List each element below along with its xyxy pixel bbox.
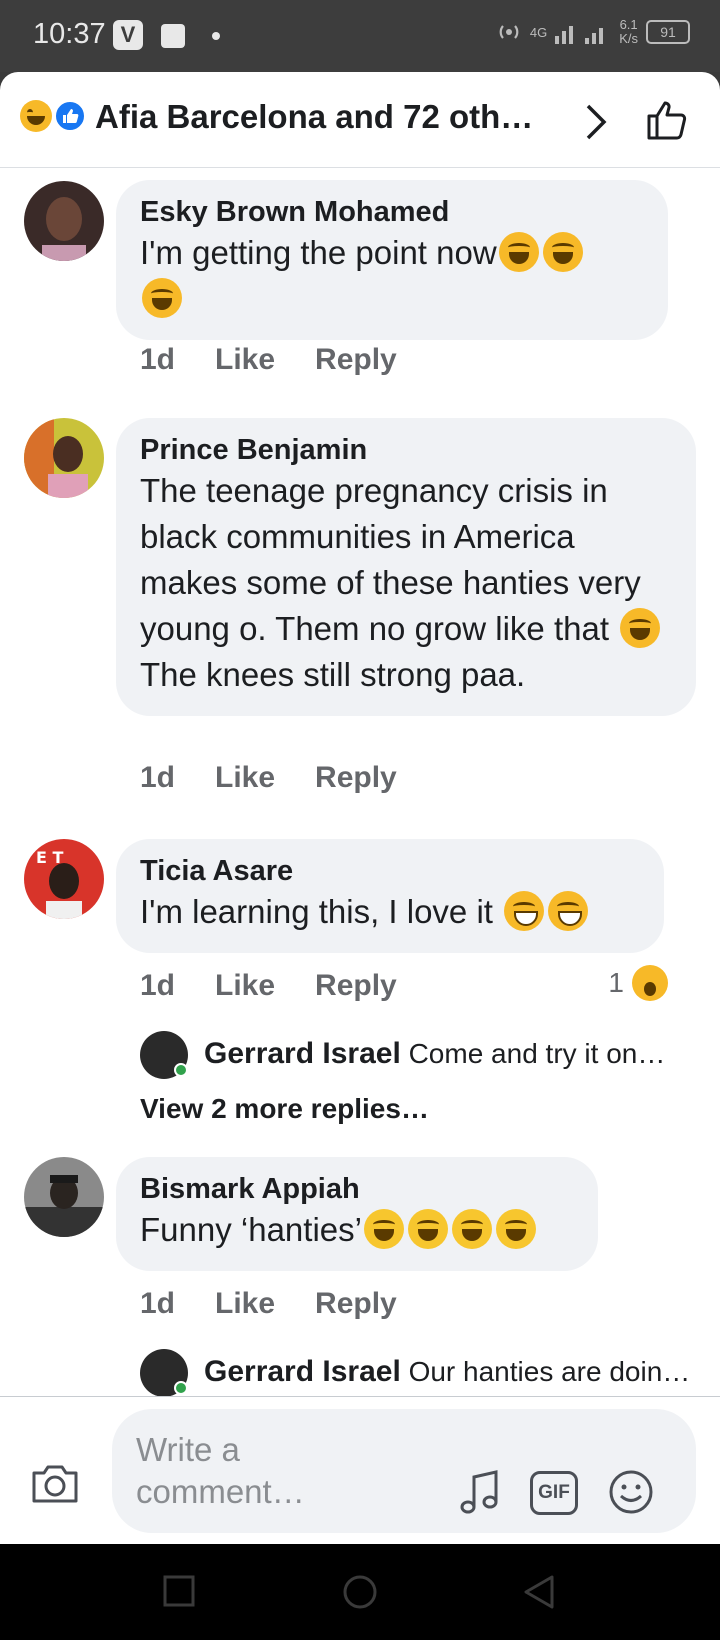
comment-author[interactable]: Esky Brown Mohamed (140, 194, 642, 230)
comment-bubble[interactable]: Ticia Asare I'm learning this, I love it (116, 839, 664, 953)
reply-preview[interactable]: Gerrard Israel Our hanties are doin… (140, 1349, 700, 1399)
comment-time: 1d (140, 761, 176, 794)
sweat-smile-emoji-icon (495, 1209, 536, 1249)
comments-sheet: Afia Barcelona and 72 oth… Esky Brown Mo… (0, 72, 720, 1544)
comment-text-body: I'm learning this, I love it (140, 893, 493, 930)
tears-of-joy-emoji-icon (620, 608, 661, 648)
comment-text-body: The teenage pregnancy crisis in black co… (140, 472, 641, 647)
speed-value: 6.1 (619, 17, 638, 32)
sticker-smiley-icon[interactable] (608, 1469, 654, 1515)
avatar[interactable] (24, 181, 104, 261)
reaction-count-value: 1 (608, 967, 624, 998)
sweat-smile-emoji-icon (451, 1209, 492, 1249)
battery-icon: 91 (646, 20, 690, 44)
app-notification-icon: V (113, 20, 143, 50)
status-bar: 10:37 V 4G 6.1 K/s 91 (0, 0, 720, 72)
like-button[interactable]: Like (215, 969, 275, 1003)
sweat-smile-emoji-icon (407, 1209, 448, 1249)
back-button[interactable] (522, 1574, 556, 1610)
like-button[interactable]: Like (215, 1287, 275, 1321)
gif-button[interactable]: GIF (530, 1471, 578, 1515)
comment-bubble[interactable]: Bismark Appiah Funny ‘hanties’ (116, 1157, 598, 1271)
notification-square-icon (161, 24, 185, 48)
comment-time: 1d (140, 343, 176, 376)
network-speed: 6.1 K/s (619, 18, 638, 46)
comment-text-body: I'm getting the point now (140, 234, 497, 271)
avatar[interactable] (24, 418, 104, 498)
network-type: 4G (529, 24, 548, 40)
online-status-icon (174, 1381, 188, 1395)
sweat-smile-emoji-icon (363, 1209, 404, 1249)
reply-button[interactable]: Reply (315, 761, 397, 795)
comment-meta: 1d Like Reply (140, 969, 437, 1003)
comment-text-tail: The knees still strong paa. (140, 656, 526, 693)
reactions-header[interactable]: Afia Barcelona and 72 oth… (0, 72, 720, 168)
comment-list[interactable]: Esky Brown Mohamed I'm getting the point… (0, 169, 720, 1469)
comment-bubble[interactable]: Prince Benjamin The teenage pregnancy cr… (116, 418, 696, 716)
status-time: 10:37 (33, 18, 106, 50)
laugh-icon (20, 100, 52, 132)
reply-body: Our hanties are doin… (408, 1356, 691, 1387)
reaction-count[interactable]: 1 (608, 965, 668, 1001)
like-post-button[interactable] (645, 98, 689, 142)
notification-dot-icon (212, 32, 220, 40)
hotspot-icon (499, 25, 519, 39)
comment-text: The teenage pregnancy crisis in black co… (140, 468, 670, 698)
comment-bubble[interactable]: Esky Brown Mohamed I'm getting the point… (116, 180, 668, 340)
reply-author[interactable]: Gerrard Israel (204, 1355, 401, 1388)
avatar[interactable]: E T (24, 839, 104, 919)
svg-text:E T: E T (36, 848, 64, 867)
reply-button[interactable]: Reply (315, 1287, 397, 1321)
comment-text-body: Funny ‘hanties’ (140, 1211, 362, 1248)
rolling-laugh-emoji-icon (542, 232, 583, 272)
reply-text: Gerrard Israel Our hanties are doin… (204, 1355, 704, 1389)
rolling-laugh-emoji-icon (498, 232, 539, 272)
reply-text: Gerrard Israel Come and try it on… (204, 1037, 704, 1071)
reactions-title[interactable]: Afia Barcelona and 72 oth… (95, 98, 555, 136)
home-button[interactable] (342, 1574, 378, 1610)
comment-meta: 1d Like Reply (140, 761, 437, 795)
like-button[interactable]: Like (215, 761, 275, 795)
avatar[interactable] (24, 1157, 104, 1237)
comment-meta: 1d Like Reply (140, 343, 437, 377)
speed-unit: K/s (619, 31, 638, 46)
comment-composer: Write a comment… GIF (0, 1396, 720, 1544)
chevron-right-icon[interactable] (582, 102, 610, 142)
view-more-replies-link[interactable]: View 2 more replies… (140, 1093, 429, 1125)
camera-icon[interactable] (30, 1461, 80, 1505)
recent-apps-button[interactable] (162, 1574, 196, 1608)
rolling-laugh-emoji-icon (142, 278, 182, 318)
like-icon (54, 100, 86, 132)
comment-text: I'm learning this, I love it (140, 889, 638, 935)
comment-meta: 1d Like Reply (140, 1287, 437, 1321)
online-status-icon (174, 1063, 188, 1077)
music-icon[interactable] (458, 1469, 502, 1517)
status-indicators: 4G 6.1 K/s 91 (496, 18, 690, 46)
comment-text: Funny ‘hanties’ (140, 1207, 572, 1253)
signal-icon (555, 26, 604, 44)
reply-preview[interactable]: Gerrard Israel Come and try it on… (140, 1031, 700, 1081)
wow-reaction-icon (632, 965, 668, 1001)
reaction-icons (20, 98, 88, 134)
reply-button[interactable]: Reply (315, 969, 397, 1003)
reply-button[interactable]: Reply (315, 343, 397, 377)
system-nav-bar (0, 1544, 720, 1640)
reply-author[interactable]: Gerrard Israel (204, 1037, 401, 1070)
comment-input[interactable]: Write a comment… GIF (112, 1409, 696, 1533)
grin-emoji-icon (548, 891, 589, 931)
comment-time: 1d (140, 1287, 176, 1320)
comment-text: I'm getting the point now (140, 230, 642, 322)
comment-author[interactable]: Bismark Appiah (140, 1171, 572, 1207)
comment-placeholder: Write a comment… (136, 1431, 305, 1510)
comment-author[interactable]: Ticia Asare (140, 853, 638, 889)
comment-author[interactable]: Prince Benjamin (140, 432, 670, 468)
like-button[interactable]: Like (215, 343, 275, 377)
grin-emoji-icon (504, 891, 545, 931)
comment-time: 1d (140, 969, 176, 1002)
reply-body: Come and try it on… (408, 1038, 666, 1069)
